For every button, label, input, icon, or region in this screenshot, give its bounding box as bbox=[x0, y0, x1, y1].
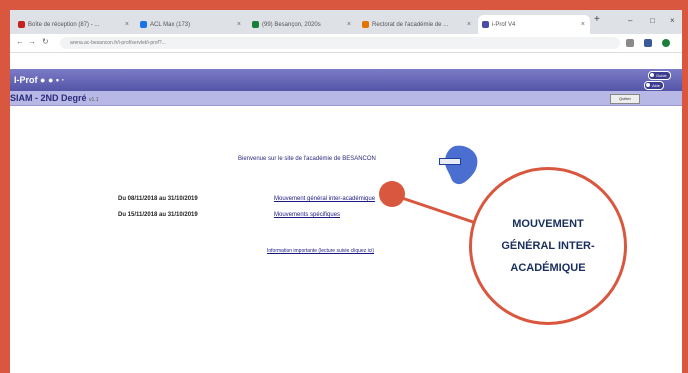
callout-line: MOUVEMENT bbox=[512, 218, 584, 230]
screenshot-frame: Boîte de réception (87) - ... × ACL Max … bbox=[10, 10, 682, 373]
callout-line: GÉNÉRAL INTER- bbox=[501, 240, 595, 252]
highlight-marker bbox=[379, 181, 405, 207]
callout-bubble: MOUVEMENT GÉNÉRAL INTER- ACADÉMIQUE bbox=[469, 167, 627, 325]
callout-line: ACADÉMIQUE bbox=[510, 262, 586, 274]
